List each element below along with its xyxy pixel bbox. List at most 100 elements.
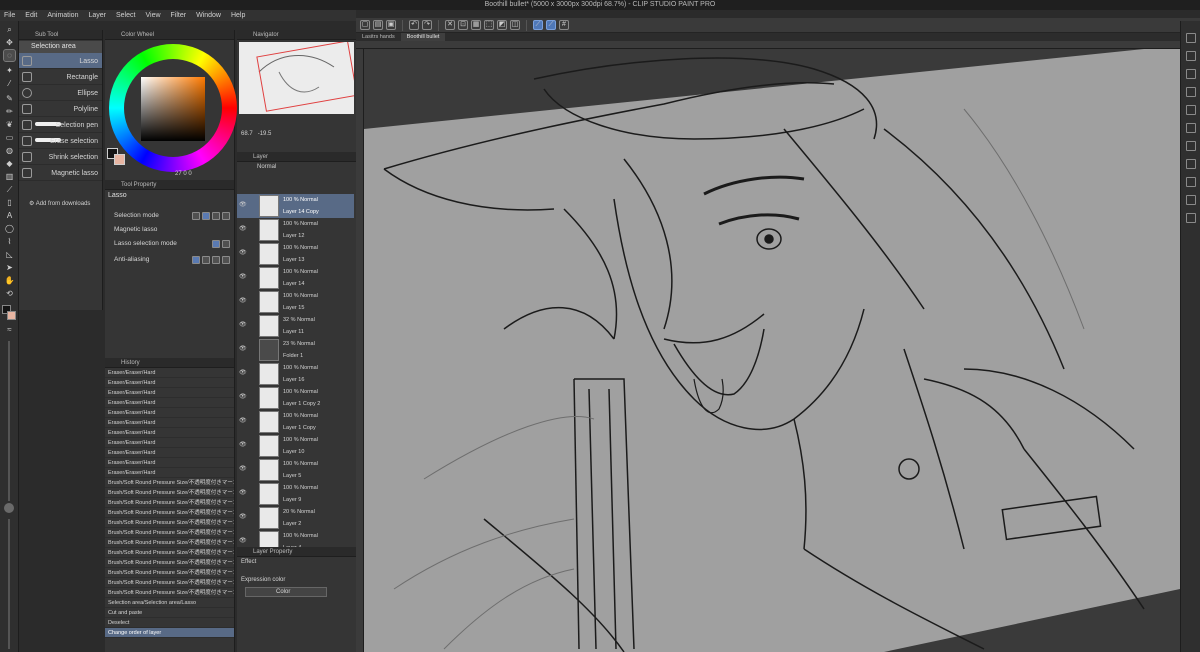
lasso-polyline-icon[interactable]: [222, 240, 230, 248]
history-item[interactable]: Eraser/Eraser/Hard: [105, 408, 234, 418]
snap-special-ruler-icon[interactable]: ⟋: [546, 20, 556, 30]
layer-name-row[interactable]: Folder 1: [237, 350, 354, 362]
layer-name-row[interactable]: Layer 9: [237, 494, 354, 506]
subtool-tab[interactable]: Sub Tool: [19, 30, 102, 40]
layer-thumbnail[interactable]: [259, 459, 279, 481]
visibility-eye-icon[interactable]: 👁: [239, 273, 247, 280]
menu-window[interactable]: Window: [196, 12, 221, 19]
opacity-slider-track[interactable]: [8, 519, 10, 649]
brush-icon[interactable]: ❦: [4, 119, 15, 130]
layer-row[interactable]: 100 % Normal: [237, 266, 354, 278]
layer-thumbnail[interactable]: [259, 315, 279, 337]
menu-animation[interactable]: Animation: [47, 12, 78, 19]
operation-icon[interactable]: ➤: [4, 262, 15, 273]
angle-value[interactable]: -19.5: [258, 131, 272, 137]
layer-thumbnail[interactable]: [259, 267, 279, 289]
layer-name-row[interactable]: Layer 10: [237, 446, 354, 458]
selection-mode-row[interactable]: Selection mode: [108, 210, 232, 222]
visibility-eye-icon[interactable]: 👁: [239, 225, 247, 232]
layer-row[interactable]: 100 % Normal: [237, 434, 354, 446]
layer-row[interactable]: 100 % Normal: [237, 458, 354, 470]
eyedropper-icon[interactable]: ⁄: [4, 78, 15, 89]
aa-medium-icon[interactable]: [212, 256, 220, 264]
menu-edit[interactable]: Edit: [25, 12, 37, 19]
subtool-polyline[interactable]: Polyline: [19, 101, 102, 117]
layer-row[interactable]: 20 % Normal: [237, 506, 354, 518]
layer-thumbnail[interactable]: [259, 363, 279, 385]
aa-weak-icon[interactable]: [202, 256, 210, 264]
subtool-ellipse[interactable]: Ellipse: [19, 85, 102, 101]
transform-icon[interactable]: ⊡: [458, 20, 468, 30]
clear-icon[interactable]: ✕: [445, 20, 455, 30]
layer-row[interactable]: 100 % Normal: [237, 410, 354, 422]
layer-name-row[interactable]: Layer 2: [237, 518, 354, 530]
visibility-eye-icon[interactable]: 👁: [239, 537, 247, 544]
layer-name-row[interactable]: Layer 14 Copy: [237, 206, 354, 218]
layer-row[interactable]: 100 % Normal: [237, 242, 354, 254]
layer-name-row[interactable]: Layer 1 Copy: [237, 422, 354, 434]
auto-select-icon[interactable]: ✦: [4, 65, 15, 76]
color-wheel-tab[interactable]: Color Wheel: [105, 30, 234, 40]
layer-name-row[interactable]: Layer 11: [237, 326, 354, 338]
open-file-icon[interactable]: ▤: [373, 20, 383, 30]
material-panel-icon[interactable]: [1186, 195, 1196, 205]
navigator-thumbnail[interactable]: [239, 42, 354, 114]
new-file-icon[interactable]: ▢: [360, 20, 370, 30]
visibility-eye-icon[interactable]: 👁: [239, 369, 247, 376]
redo-icon[interactable]: ↷: [422, 20, 432, 30]
material-panel-icon[interactable]: [1186, 33, 1196, 43]
visibility-eye-icon[interactable]: 👁: [239, 465, 247, 472]
history-item[interactable]: Brush/Soft Round Pressure Size/不透明度付きマーカ…: [105, 588, 234, 598]
subtool-rectangle[interactable]: Rectangle: [19, 69, 102, 85]
blend-mode-select[interactable]: Normal: [257, 164, 276, 170]
history-item[interactable]: Selection area/Selection area/Lasso: [105, 598, 234, 608]
layer-thumbnail[interactable]: [259, 195, 279, 217]
fill-icon[interactable]: ▦: [471, 20, 481, 30]
transparent-color-icon[interactable]: ≈: [4, 324, 15, 335]
layer-row[interactable]: 32 % Normal: [237, 314, 354, 326]
visibility-eye-icon[interactable]: 👁: [239, 321, 247, 328]
selection-mode-buttons[interactable]: [192, 212, 230, 220]
saturation-value-square[interactable]: [141, 77, 205, 141]
blend-icon[interactable]: ◍: [4, 145, 15, 156]
layer-row[interactable]: 100 % Normal: [237, 362, 354, 374]
history-item[interactable]: Eraser/Eraser/Hard: [105, 458, 234, 468]
snap-ruler-icon[interactable]: ⟋: [533, 20, 543, 30]
text-tool-icon[interactable]: A: [4, 210, 15, 221]
layer-row[interactable]: 100 % Normal: [237, 194, 354, 206]
history-item[interactable]: Eraser/Eraser/Hard: [105, 468, 234, 478]
layer-name-row[interactable]: Layer 15: [237, 302, 354, 314]
eraser-icon[interactable]: ▭: [4, 132, 15, 143]
visibility-eye-icon[interactable]: 👁: [239, 513, 247, 520]
visibility-eye-icon[interactable]: 👁: [239, 393, 247, 400]
history-item[interactable]: Eraser/Eraser/Hard: [105, 368, 234, 378]
history-item[interactable]: Eraser/Eraser/Hard: [105, 398, 234, 408]
layer-folder-row[interactable]: 23 % Normal: [237, 338, 354, 350]
visibility-eye-icon[interactable]: 👁: [239, 489, 247, 496]
layer-name-row[interactable]: Layer 13: [237, 254, 354, 266]
tab-lasitrs-hands[interactable]: Lasitrs hands: [356, 33, 401, 41]
layer-row[interactable]: 100 % Normal: [237, 386, 354, 398]
fill-tool-icon[interactable]: ◆: [4, 158, 15, 169]
menu-layer[interactable]: Layer: [88, 12, 106, 19]
material-panel-icon[interactable]: [1186, 213, 1196, 223]
mode-new-icon[interactable]: [192, 212, 200, 220]
folder-icon[interactable]: [259, 339, 279, 361]
history-item[interactable]: Eraser/Eraser/Hard: [105, 428, 234, 438]
material-panel-icon[interactable]: [1186, 123, 1196, 133]
hand-icon[interactable]: ✥: [4, 37, 15, 48]
layer-row[interactable]: 100 % Normal: [237, 290, 354, 302]
invert-selection-icon[interactable]: ◩: [497, 20, 507, 30]
aa-none-icon[interactable]: [192, 256, 200, 264]
visibility-eye-icon[interactable]: 👁: [239, 297, 247, 304]
menu-file[interactable]: File: [4, 12, 15, 19]
balloon-icon[interactable]: ◯: [4, 223, 15, 234]
subtool-selection-pen[interactable]: Selection pen: [19, 117, 102, 133]
history-item[interactable]: Eraser/Eraser/Hard: [105, 418, 234, 428]
history-item[interactable]: Brush/Soft Round Pressure Size/不透明度付きマーカ…: [105, 508, 234, 518]
magnetic-lasso-row[interactable]: Magnetic lasso: [108, 224, 232, 236]
history-item[interactable]: Brush/Soft Round Pressure Size/不透明度付きマーカ…: [105, 518, 234, 528]
layer-thumbnail[interactable]: [259, 507, 279, 529]
ruler-icon[interactable]: ◺: [4, 249, 15, 260]
history-tab[interactable]: History: [105, 358, 234, 368]
